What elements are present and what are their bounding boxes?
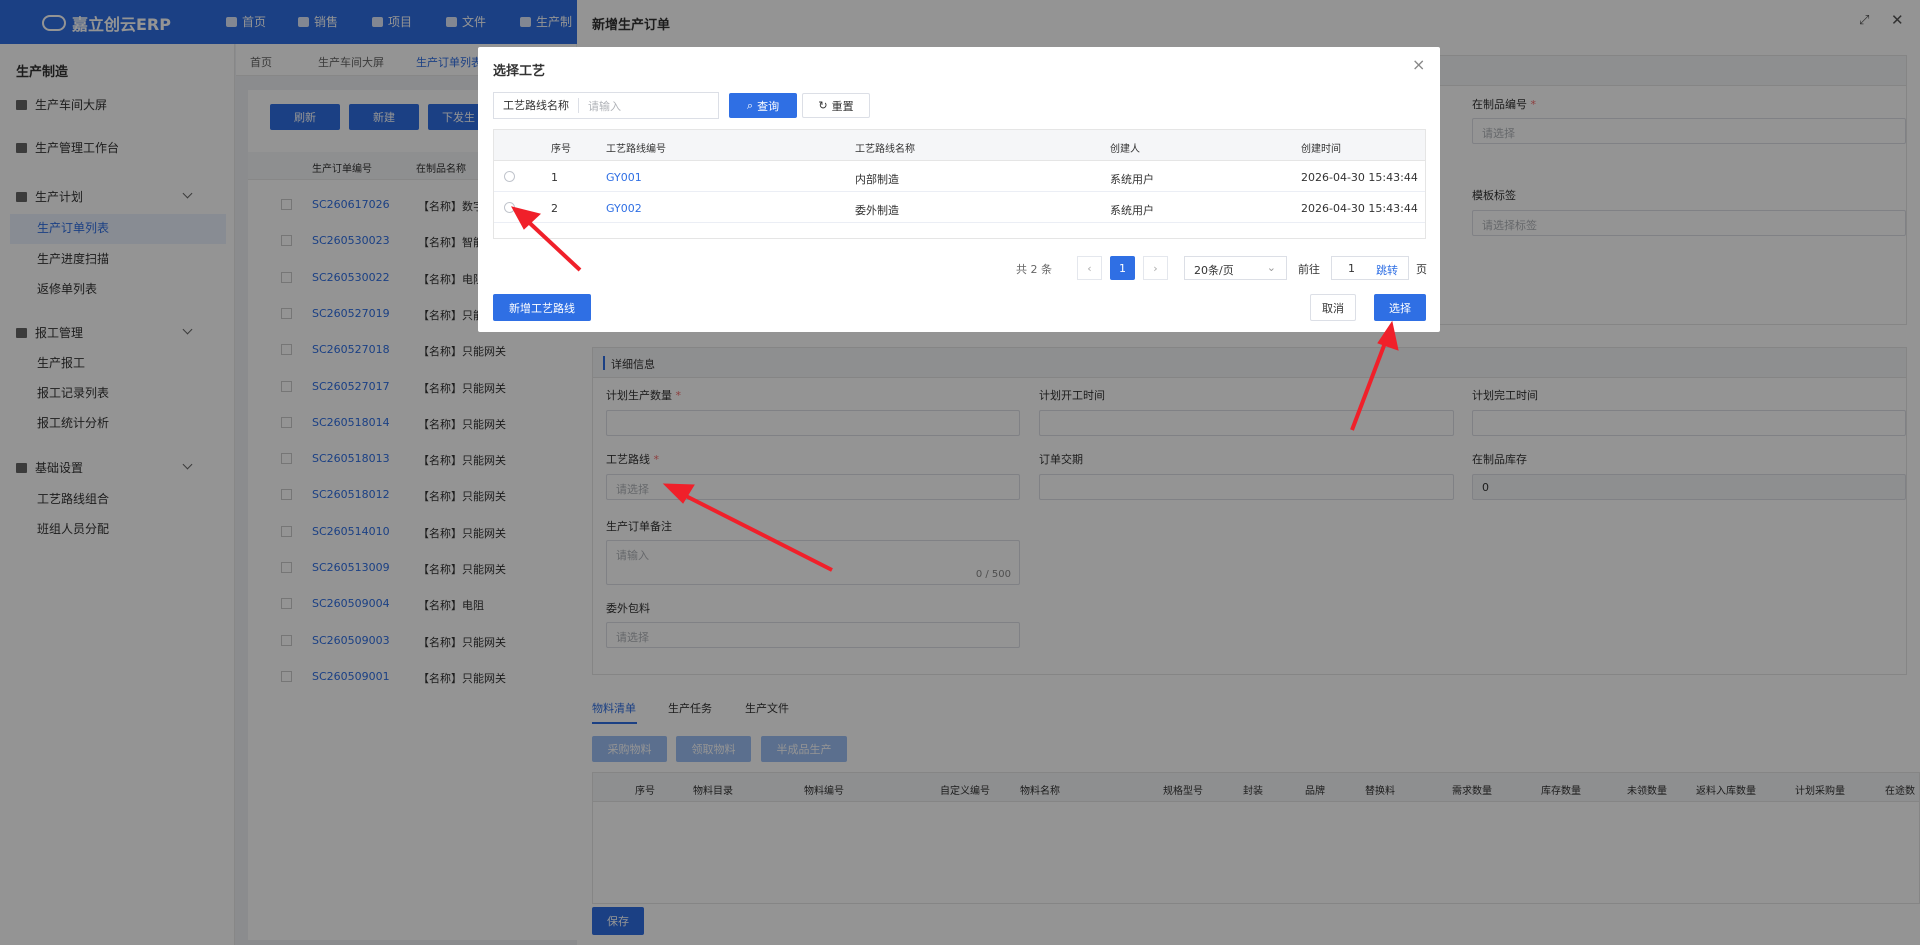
search-label: 工艺路线名称 [494,98,579,113]
row-create-time: 2026-04-30 15:43:44 [1301,171,1418,184]
reset-label: 重置 [831,99,854,113]
goto-page-input[interactable]: 1 跳转 [1331,256,1409,280]
reset-button[interactable]: ↻ 重置 [802,93,870,118]
cancel-button[interactable]: 取消 [1310,294,1356,321]
row-route-name: 委外制造 [855,204,899,217]
table-row[interactable]: 2 GY002 委外制造 系统用户 2026-04-30 15:43:44 [494,192,1425,223]
row-creator: 系统用户 [1110,204,1154,217]
col-no: 序号 [551,144,571,155]
goto-page-value: 1 [1348,262,1355,275]
page-unit-label: 页 [1416,263,1427,276]
row-radio[interactable] [504,202,515,213]
col-create-time: 创建时间 [1301,144,1341,155]
col-route-code: 工艺路线编号 [606,144,666,155]
prev-page-button[interactable]: ‹ [1077,256,1102,280]
route-name-search[interactable]: 工艺路线名称 请输入 [493,92,719,119]
row-create-time: 2026-04-30 15:43:44 [1301,202,1418,215]
chevron-down-icon: ⌄ [1266,261,1276,274]
table-row[interactable]: 1 GY001 内部制造 系统用户 2026-04-30 15:43:44 [494,161,1425,192]
route-table-header: 序号 工艺路线编号 工艺路线名称 创建人 创建时间 [494,130,1425,161]
row-route-code[interactable]: GY001 [606,171,642,184]
modal-title: 选择工艺 [493,64,546,79]
row-route-code[interactable]: GY002 [606,202,642,215]
route-table: 序号 工艺路线编号 工艺路线名称 创建人 创建时间 1 GY001 内部制造 系… [493,129,1426,239]
jump-button[interactable]: 跳转 [1376,262,1398,278]
row-radio[interactable] [504,171,515,182]
row-creator: 系统用户 [1110,173,1154,186]
query-button[interactable]: ⌕ 查询 [729,93,797,118]
search-input[interactable]: 请输入 [579,98,621,114]
page-size-value: 20条/页 [1194,264,1234,277]
modal-close-icon[interactable]: × [1412,55,1425,74]
pagination-total: 共 2 条 [1016,263,1052,276]
select-route-modal: 选择工艺 × 工艺路线名称 请输入 ⌕ 查询 ↻ 重置 序号 工艺路线编号 工艺路线… [478,47,1440,332]
query-label: 查询 [757,99,780,113]
row-route-name: 内部制造 [855,173,899,186]
select-button[interactable]: 选择 [1374,294,1426,321]
search-icon: ⌕ [746,98,754,112]
goto-label: 前往 [1298,263,1320,276]
col-creator: 创建人 [1110,144,1140,155]
next-page-button[interactable]: › [1143,256,1168,280]
current-page[interactable]: 1 [1110,256,1135,280]
add-route-button[interactable]: 新增工艺路线 [493,294,591,321]
row-no: 1 [551,171,558,184]
row-no: 2 [551,202,558,215]
page-size-select[interactable]: 20条/页 ⌄ [1184,256,1287,280]
col-route-name: 工艺路线名称 [855,144,915,155]
refresh-icon: ↻ [818,99,828,112]
